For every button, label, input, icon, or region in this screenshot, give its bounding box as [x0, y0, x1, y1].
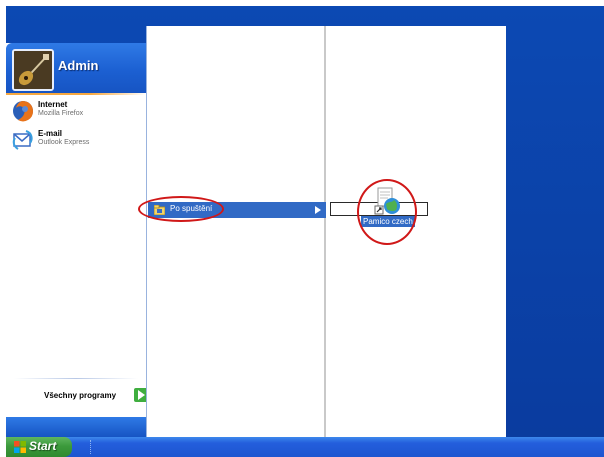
pinned-item-title: Internet — [38, 100, 68, 109]
all-programs-label: Všechny programy — [44, 391, 117, 400]
startup-menu — [324, 26, 506, 457]
highlight-circle-shortcut — [357, 179, 417, 245]
start-menu-header: Admin — [6, 43, 146, 93]
outlook-express-icon — [12, 129, 34, 151]
start-button[interactable]: Start — [6, 437, 72, 457]
pinned-item-internet[interactable]: Internet Mozilla Firefox — [12, 99, 142, 125]
screen: Admin Internet Mozilla Firefox E-mail Ou… — [0, 0, 604, 457]
taskbar — [6, 437, 604, 457]
pinned-item-email[interactable]: E-mail Outlook Express — [12, 128, 142, 154]
guitar-icon — [14, 51, 52, 89]
submenu-arrow-icon — [315, 206, 321, 214]
start-menu: Admin Internet Mozilla Firefox E-mail Ou… — [6, 43, 148, 437]
user-name: Admin — [58, 58, 99, 73]
start-menu-footer — [6, 417, 146, 437]
start-label: Start — [29, 439, 57, 453]
firefox-icon — [12, 100, 34, 122]
pinned-item-title: E-mail — [38, 129, 63, 138]
highlight-circle-startup — [138, 196, 224, 222]
taskbar-grip[interactable] — [90, 440, 94, 454]
windows-logo-icon — [14, 441, 26, 453]
all-programs-divider — [14, 378, 138, 379]
user-avatar[interactable] — [12, 49, 54, 91]
all-programs-button[interactable]: Všechny programy — [44, 387, 148, 405]
pinned-item-subtitle: Mozilla Firefox — [38, 110, 84, 117]
header-divider — [6, 93, 146, 95]
pinned-item-subtitle: Outlook Express — [38, 139, 90, 146]
programs-menu — [146, 26, 325, 457]
